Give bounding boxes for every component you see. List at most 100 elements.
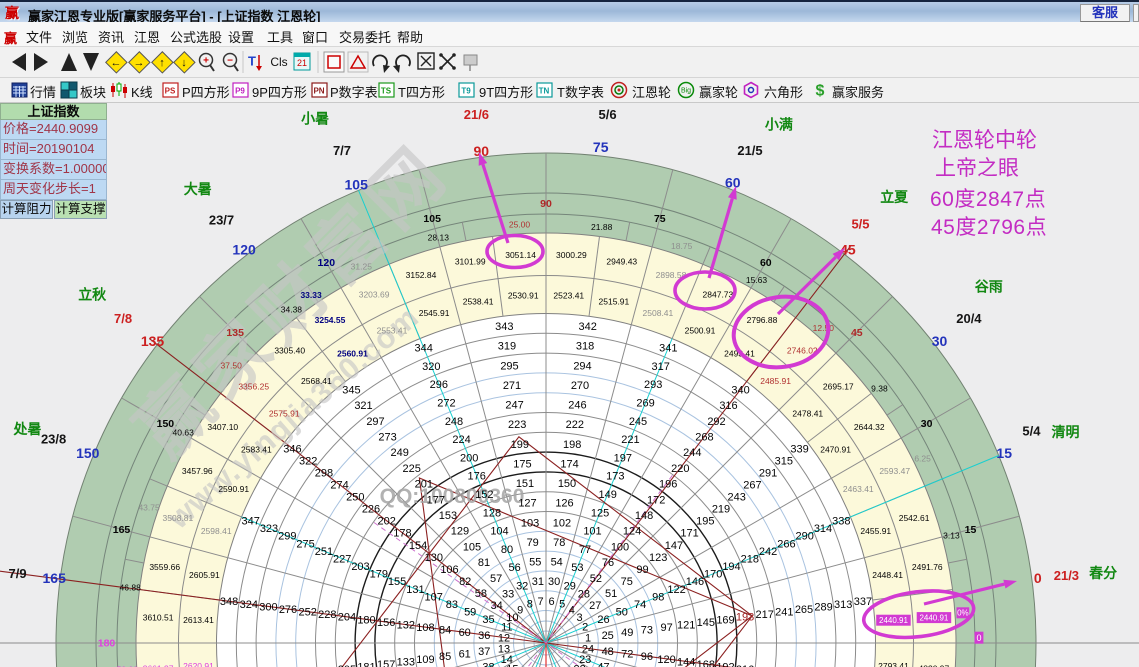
svg-text:21: 21 — [297, 58, 307, 68]
svg-text:319: 319 — [498, 341, 516, 353]
svg-text:196: 196 — [659, 479, 677, 491]
svg-text:299: 299 — [278, 531, 296, 543]
svg-text:24: 24 — [582, 643, 594, 655]
svg-text:249: 249 — [391, 447, 409, 459]
svg-text:2575.91: 2575.91 — [269, 408, 300, 418]
svg-text:226: 226 — [362, 504, 380, 516]
svg-text:298: 298 — [315, 467, 333, 479]
svg-text:313: 313 — [834, 599, 852, 611]
svg-text:QQ:100800360: QQ:100800360 — [380, 485, 525, 508]
svg-text:120: 120 — [657, 654, 675, 666]
svg-text:34: 34 — [491, 600, 503, 612]
svg-text:290: 290 — [796, 531, 814, 543]
svg-text:53: 53 — [571, 562, 583, 574]
svg-text:292: 292 — [707, 416, 725, 428]
svg-text:154: 154 — [409, 540, 427, 552]
svg-text:43.75: 43.75 — [138, 502, 160, 512]
svg-text:3559.66: 3559.66 — [149, 562, 180, 572]
svg-text:224: 224 — [452, 434, 470, 446]
svg-text:269: 269 — [636, 397, 654, 409]
svg-text:上帝之眼: 上帝之眼 — [935, 157, 1019, 180]
svg-text:109: 109 — [416, 654, 434, 666]
svg-text:29: 29 — [564, 580, 576, 592]
svg-text:180: 180 — [357, 614, 375, 626]
svg-text:104: 104 — [490, 526, 508, 538]
svg-text:2793.41: 2793.41 — [878, 661, 909, 667]
svg-text:203: 203 — [351, 561, 369, 573]
svg-text:179: 179 — [370, 569, 388, 581]
svg-text:2440.91: 2440.91 — [919, 613, 948, 622]
svg-text:268: 268 — [695, 431, 713, 443]
svg-text:2463.41: 2463.41 — [843, 484, 874, 494]
svg-text:132: 132 — [397, 619, 415, 631]
svg-text:2553.41: 2553.41 — [377, 326, 408, 336]
svg-text:75: 75 — [621, 576, 633, 588]
svg-text:201: 201 — [415, 479, 433, 491]
svg-text:152: 152 — [475, 489, 493, 501]
svg-text:314: 314 — [814, 523, 832, 535]
svg-text:21.88: 21.88 — [591, 222, 613, 232]
svg-text:227: 227 — [333, 553, 351, 565]
svg-text:221: 221 — [621, 434, 639, 446]
svg-text:4830.97: 4830.97 — [919, 663, 950, 667]
svg-text:84: 84 — [439, 625, 451, 637]
svg-text:59: 59 — [464, 606, 476, 618]
svg-text:3101.99: 3101.99 — [455, 257, 486, 267]
svg-text:101: 101 — [583, 526, 601, 538]
svg-text:3152.84: 3152.84 — [406, 270, 437, 280]
svg-text:96: 96 — [641, 651, 653, 663]
svg-text:153: 153 — [439, 510, 457, 522]
svg-text:146: 146 — [686, 576, 704, 588]
svg-text:→: → — [134, 57, 145, 69]
svg-text:169: 169 — [716, 614, 734, 626]
svg-text:150: 150 — [157, 418, 175, 430]
svg-text:25.00: 25.00 — [509, 219, 531, 229]
svg-text:45度2796点: 45度2796点 — [931, 216, 1047, 239]
svg-text:21/6: 21/6 — [464, 107, 489, 122]
svg-text:TN: TN — [539, 86, 550, 95]
svg-text:75: 75 — [654, 213, 666, 225]
svg-text:204: 204 — [338, 612, 356, 624]
svg-text:2949.43: 2949.43 — [606, 257, 637, 267]
svg-text:2605.91: 2605.91 — [189, 570, 220, 580]
svg-text:80: 80 — [501, 544, 513, 556]
svg-text:2485.91: 2485.91 — [760, 376, 791, 386]
svg-text:2523.41: 2523.41 — [553, 290, 584, 300]
svg-text:82: 82 — [459, 576, 471, 588]
svg-text:小暑: 小暑 — [301, 110, 329, 126]
svg-text:135: 135 — [226, 327, 244, 339]
svg-text:241: 241 — [775, 606, 793, 618]
svg-text:2583.41: 2583.41 — [241, 444, 272, 454]
svg-text:105: 105 — [345, 177, 369, 193]
svg-text:5/4: 5/4 — [1022, 424, 1041, 439]
svg-text:120: 120 — [232, 241, 256, 257]
svg-text:60: 60 — [725, 175, 741, 191]
svg-text:2590.91: 2590.91 — [218, 484, 249, 494]
svg-text:清明: 清明 — [1052, 424, 1080, 440]
svg-text:128: 128 — [483, 507, 501, 519]
svg-text:273: 273 — [378, 431, 396, 443]
svg-text:2598.41: 2598.41 — [201, 526, 232, 536]
svg-text:0%: 0% — [957, 609, 969, 618]
svg-text:0: 0 — [976, 633, 981, 643]
svg-text:7/7: 7/7 — [333, 143, 351, 158]
svg-text:250: 250 — [346, 492, 364, 504]
svg-text:61: 61 — [459, 649, 471, 661]
svg-text:165: 165 — [113, 524, 131, 536]
svg-text:74: 74 — [634, 599, 646, 611]
svg-text:346: 346 — [283, 443, 301, 455]
svg-text:194: 194 — [722, 561, 740, 573]
svg-text:339: 339 — [790, 443, 808, 455]
svg-text:3305.40: 3305.40 — [274, 346, 305, 356]
svg-text:199: 199 — [511, 439, 529, 451]
svg-text:4: 4 — [569, 604, 575, 616]
svg-text:131: 131 — [406, 584, 424, 596]
svg-text:8: 8 — [527, 599, 533, 611]
svg-text:244: 244 — [683, 447, 701, 459]
svg-text:133: 133 — [397, 656, 415, 667]
svg-text:344: 344 — [415, 343, 433, 355]
svg-text:谷雨: 谷雨 — [975, 279, 1003, 295]
svg-text:21/3: 21/3 — [1054, 568, 1079, 583]
svg-text:3051.14: 3051.14 — [505, 250, 536, 260]
svg-text:347: 347 — [242, 516, 260, 528]
